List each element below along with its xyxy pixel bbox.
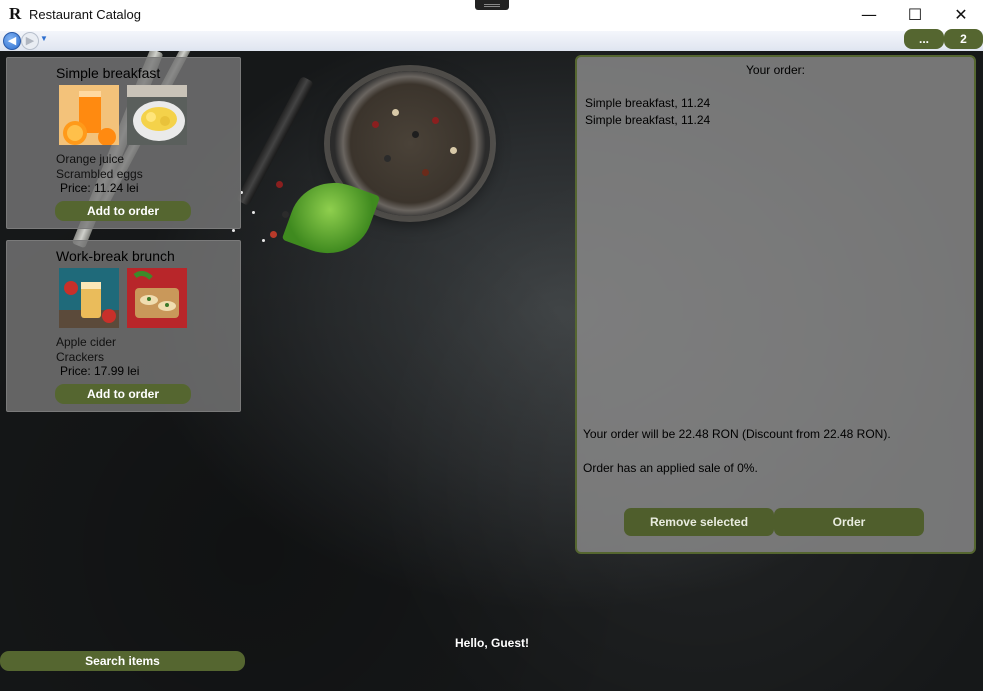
- remove-selected-button[interactable]: Remove selected: [624, 508, 774, 536]
- add-to-order-button[interactable]: Add to order: [55, 384, 191, 404]
- menu-item: Crackers: [56, 350, 105, 364]
- orange-juice-image: [59, 85, 119, 145]
- minimize-icon: —: [861, 4, 877, 24]
- maximize-icon: ☐: [907, 4, 923, 24]
- menu-card-price: Price: 11.24 lei: [60, 181, 139, 195]
- peppercorn: [450, 147, 457, 154]
- app-logo: R: [9, 4, 22, 23]
- spoon-handle-decoration: [235, 75, 315, 207]
- peppercorn: [282, 211, 289, 218]
- back-arrow-icon: ◀: [7, 35, 17, 47]
- menu-item: Orange juice: [56, 152, 125, 166]
- peppercorn: [276, 181, 283, 188]
- close-button[interactable]: ✕: [938, 0, 983, 28]
- menu-card: Simple breakfast Orange juice Scrambled …: [6, 57, 241, 229]
- more-button[interactable]: ...: [904, 29, 944, 49]
- window-title: Restaurant Catalog: [29, 7, 142, 22]
- greeting-text: Hello, Guest!: [454, 636, 529, 650]
- menu-card-title: Simple breakfast: [56, 65, 161, 81]
- peppercorn: [384, 155, 391, 162]
- maximize-button[interactable]: ☐: [892, 0, 938, 28]
- order-sale-text: Order has an applied sale of 0%.: [583, 461, 758, 475]
- menu-card: Work-break brunch Apple cider Crackers P…: [6, 240, 241, 412]
- peppercorn: [432, 117, 439, 124]
- order-panel: Your order: Simple breakfast, 11.24 Simp…: [575, 55, 976, 554]
- close-icon: ✕: [954, 4, 968, 24]
- order-list[interactable]: Simple breakfast, 11.24 Simple breakfast…: [585, 95, 965, 129]
- forward-button[interactable]: ▶: [21, 32, 39, 50]
- cart-count-button[interactable]: 2: [944, 29, 983, 49]
- back-button[interactable]: ◀: [3, 32, 21, 50]
- forward-arrow-icon: ▶: [25, 35, 35, 47]
- menu-card-title: Work-break brunch: [56, 248, 175, 264]
- crackers-image: [127, 268, 187, 328]
- place-order-button[interactable]: Order: [774, 508, 924, 536]
- add-to-order-button[interactable]: Add to order: [55, 201, 191, 221]
- drag-handle[interactable]: [475, 0, 509, 10]
- order-item[interactable]: Simple breakfast, 11.24: [585, 112, 965, 129]
- peppercorn: [412, 131, 419, 138]
- order-item[interactable]: Simple breakfast, 11.24: [585, 95, 965, 112]
- search-items-button[interactable]: Search items: [0, 651, 245, 671]
- history-dropdown-icon[interactable]: ▼: [40, 34, 48, 43]
- minimize-button[interactable]: —: [846, 0, 892, 28]
- order-total-text: Your order will be 22.48 RON (Discount f…: [583, 427, 891, 441]
- menu-item: Apple cider: [56, 335, 117, 349]
- peppercorn: [270, 231, 277, 238]
- navigation-bar: ◀ ▶ ▼: [0, 31, 983, 52]
- main-area: Simple breakfast Orange juice Scrambled …: [0, 51, 983, 691]
- salt-grain: [262, 239, 265, 242]
- menu-card-price: Price: 17.99 lei: [60, 364, 140, 378]
- order-title: Your order:: [746, 63, 805, 77]
- peppercorn: [372, 121, 379, 128]
- salt-grain: [232, 229, 235, 232]
- menu-item: Scrambled eggs: [56, 167, 143, 181]
- peppercorn: [392, 109, 399, 116]
- scrambled-eggs-image: [127, 85, 187, 145]
- peppercorn: [422, 169, 429, 176]
- title-bar: R Restaurant Catalog — ☐ ✕: [0, 0, 983, 31]
- salt-grain: [252, 211, 255, 214]
- apple-cider-image: [59, 268, 119, 328]
